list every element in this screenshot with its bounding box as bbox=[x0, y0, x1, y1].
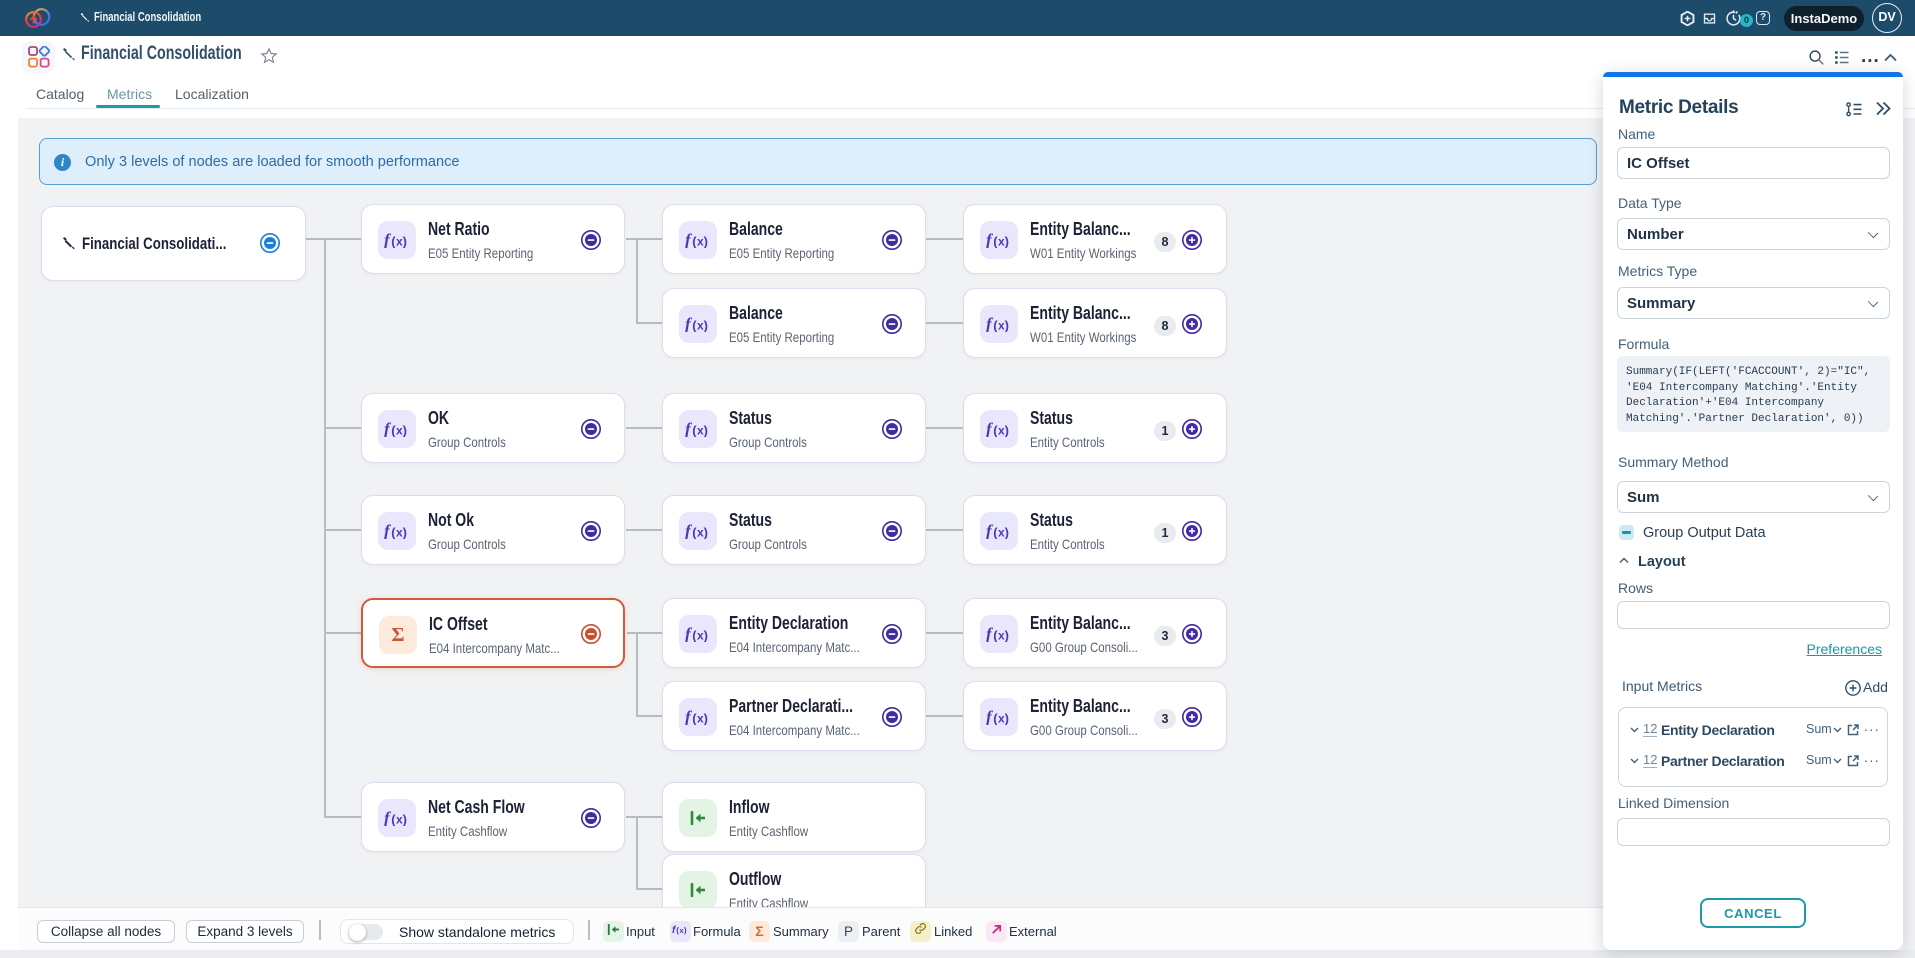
svg-text:): ) bbox=[704, 423, 708, 437]
svg-text:): ) bbox=[704, 628, 708, 642]
svg-text:): ) bbox=[1005, 318, 1009, 332]
svg-text:): ) bbox=[1005, 423, 1009, 437]
svg-text:): ) bbox=[704, 318, 708, 332]
svg-text:): ) bbox=[684, 926, 687, 935]
svg-text:): ) bbox=[1005, 525, 1009, 539]
svg-text:): ) bbox=[704, 234, 708, 248]
svg-text:): ) bbox=[1005, 234, 1009, 248]
svg-text:): ) bbox=[403, 234, 407, 248]
svg-text:): ) bbox=[403, 525, 407, 539]
svg-text:): ) bbox=[403, 423, 407, 437]
svg-text:): ) bbox=[704, 711, 708, 725]
svg-text:): ) bbox=[704, 525, 708, 539]
svg-text:): ) bbox=[1005, 628, 1009, 642]
svg-text:): ) bbox=[403, 812, 407, 826]
svg-text:): ) bbox=[1005, 711, 1009, 725]
